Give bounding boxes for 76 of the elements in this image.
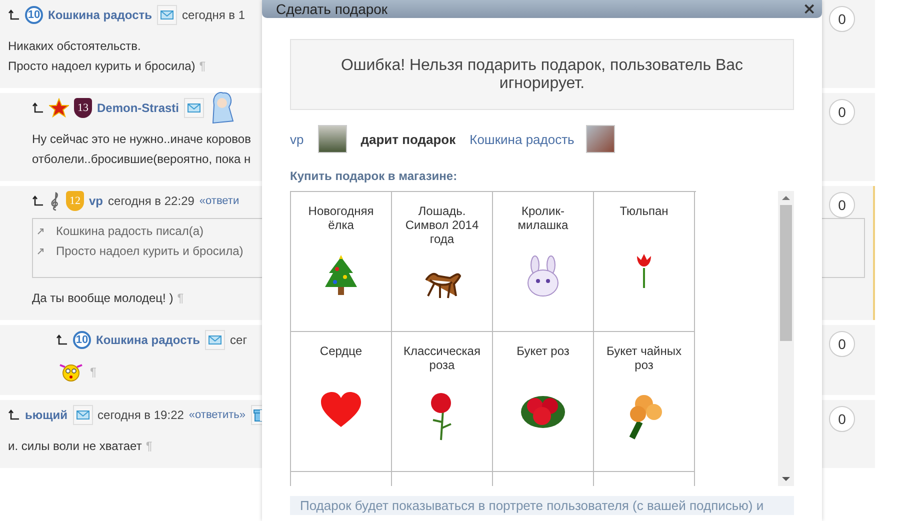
- author-link[interactable]: Кошкина радость: [48, 8, 152, 22]
- level-badge: 12: [66, 191, 84, 211]
- pilcrow-mark: ¶: [177, 290, 184, 307]
- gift-cell[interactable]: Сердце: [291, 332, 392, 472]
- gift-note: Подарок будет показываться в портрете пользователя (с вашей подписью) и: [290, 496, 794, 515]
- reply-link[interactable]: «ответить»: [188, 409, 246, 421]
- author-link[interactable]: ьющий: [25, 408, 68, 422]
- rating-counter[interactable]: 0: [829, 99, 855, 125]
- gift-cell[interactable]: Букет чайных роз: [594, 332, 695, 472]
- gift-name: Лошадь. Символ 2014 года: [404, 204, 480, 246]
- gift-cell[interactable]: Букет роз: [493, 332, 594, 472]
- rating-counter[interactable]: 0: [829, 331, 855, 357]
- giver-link[interactable]: vp: [290, 132, 304, 146]
- level-badge: 10: [25, 6, 43, 24]
- mail-icon[interactable]: [157, 5, 178, 25]
- close-button[interactable]: ×: [802, 1, 816, 17]
- comment-text: Просто надоел курить и бросила): [8, 58, 196, 75]
- photo-placeholder: [318, 125, 347, 153]
- quote-mark-icon: [37, 228, 44, 234]
- star-icon: [49, 98, 69, 118]
- gift-name: Тюльпан: [620, 204, 668, 218]
- error-message: Ошибка! Нельзя подарить подарок, пользователь Вас игнорирует.: [290, 39, 794, 110]
- gift-action-text: дарит подарок: [360, 132, 456, 146]
- comment-time: сег: [230, 333, 248, 347]
- reply-arrow-icon: [8, 9, 20, 21]
- comment-time: сегодня в 22:29: [108, 194, 194, 208]
- reply-arrow-icon: [32, 102, 44, 114]
- reply-arrow-icon: [8, 409, 20, 421]
- gift-cell[interactable]: Тюльпан: [594, 192, 695, 332]
- scroll-up-icon[interactable]: [782, 195, 790, 201]
- gift-cell[interactable]: Кролик-милашка: [493, 192, 594, 332]
- heart-icon: [320, 390, 362, 428]
- comment-text: Ну сейчас это не нужно..иначе коровов: [32, 131, 251, 148]
- treble-clef-icon: [49, 191, 61, 211]
- reply-link[interactable]: «ответи: [199, 195, 240, 207]
- quote-mark-icon: [37, 248, 44, 254]
- comment-text: отболели..бросившие(вероятно, пока н: [32, 151, 251, 168]
- pilcrow-mark: ¶: [146, 438, 152, 455]
- pilcrow-mark: ¶: [199, 58, 206, 75]
- author-link[interactable]: Demon-Strasti: [97, 101, 180, 115]
- author-link[interactable]: vp: [89, 194, 104, 208]
- recipient-link[interactable]: Кошкина радость: [470, 132, 574, 146]
- gift-name: Букет чайных роз: [606, 344, 682, 372]
- rating-counter[interactable]: 0: [829, 192, 855, 218]
- gift-name: Кролик-милашка: [516, 204, 570, 232]
- mail-icon[interactable]: [205, 330, 226, 350]
- comment-text: и. силы воли не хватает: [8, 438, 142, 455]
- reply-arrow-icon: [32, 195, 44, 207]
- gift-name: Сердце: [320, 344, 362, 358]
- gift-name: Классическая роза: [402, 344, 482, 372]
- gift-cell[interactable]: Лошадь. Символ 2014 года: [392, 192, 493, 332]
- comment-text: Никаких обстоятельств.: [8, 38, 141, 55]
- mail-icon[interactable]: [184, 98, 204, 118]
- level-badge: 10: [73, 331, 91, 349]
- gift-cell[interactable]: Новогодняя ёлка: [291, 192, 392, 332]
- quote-text: Кошкина радость писал(а): [56, 224, 204, 238]
- level-badge: 13: [74, 98, 92, 118]
- gift-name: Букет роз: [516, 344, 570, 358]
- rating-counter[interactable]: 0: [829, 406, 855, 432]
- dialog-title: Сделать подарок: [276, 2, 388, 16]
- comment-time: сегодня в 19:22: [98, 408, 184, 422]
- scrollbar[interactable]: [778, 191, 794, 486]
- mail-icon[interactable]: [72, 405, 93, 425]
- photo-placeholder: [586, 125, 616, 153]
- rating-counter[interactable]: 0: [829, 6, 855, 32]
- scroll-down-icon[interactable]: [782, 476, 790, 482]
- pilcrow-mark: ¶: [90, 364, 96, 381]
- quote-text: Просто надоел курить и бросила): [56, 244, 244, 258]
- reply-arrow-icon: [56, 334, 68, 346]
- gift-name: Новогодняя ёлка: [307, 204, 375, 232]
- scrollbar-thumb[interactable]: [780, 205, 792, 341]
- gift-cell[interactable]: Классическая роза: [392, 332, 493, 472]
- shop-heading: Купить подарок в магазине:: [290, 169, 458, 183]
- comment-text: Да ты вообще молодец! ): [32, 290, 174, 307]
- author-link[interactable]: Кошкина радость: [96, 333, 200, 347]
- comment-time: сегодня в 1: [182, 8, 246, 22]
